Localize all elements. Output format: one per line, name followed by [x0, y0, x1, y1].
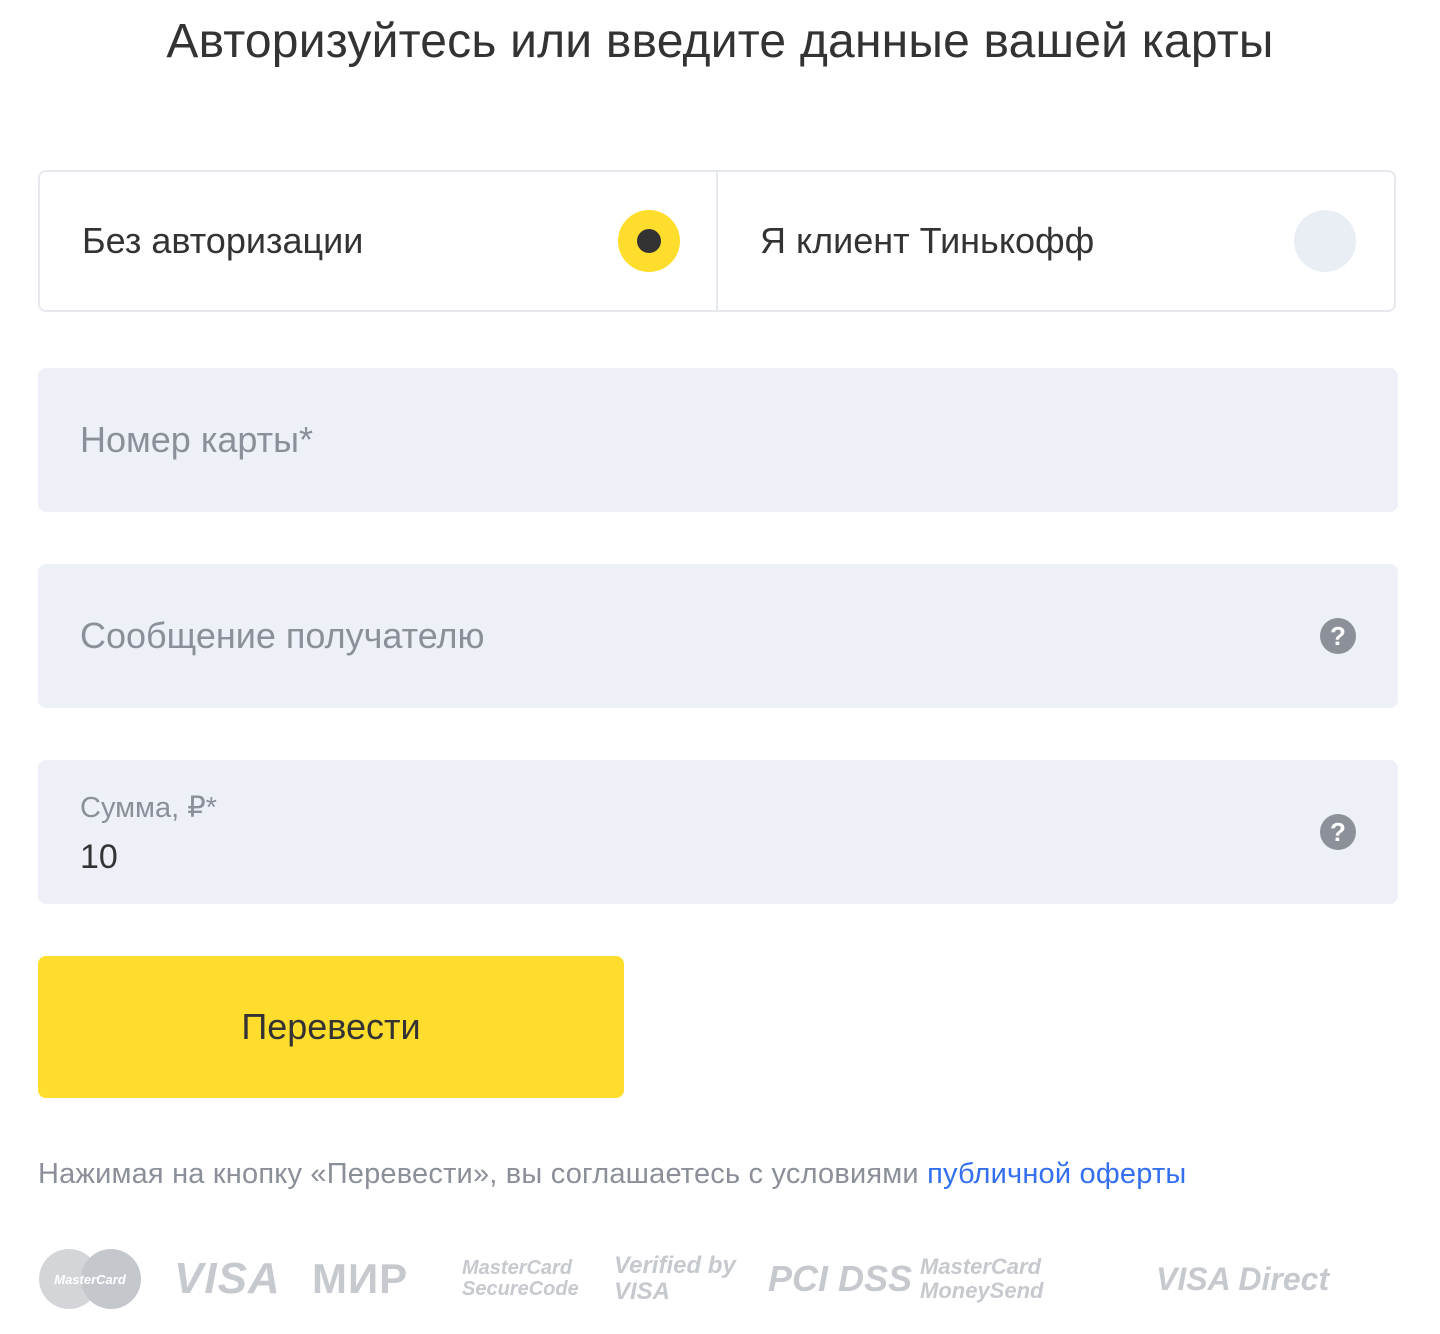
svg-text:MasterCard: MasterCard: [54, 1272, 127, 1287]
auth-option-guest-label: Без авторизации: [82, 220, 364, 261]
radio-unchecked-icon[interactable]: [1294, 210, 1356, 272]
auth-option-client-label: Я клиент Тинькофф: [760, 220, 1095, 261]
verified-by-visa-logo: Verified by VISA: [614, 1252, 736, 1305]
visa-direct-logo: VISA Direct: [1156, 1260, 1330, 1297]
message-placeholder: Сообщение получателю: [80, 615, 485, 656]
message-field[interactable]: Сообщение получателю ?: [38, 564, 1398, 708]
mastercard-moneysend-logo: MasterCard MoneySend: [920, 1254, 1044, 1303]
question-circle-icon[interactable]: ?: [1320, 618, 1356, 654]
visa-logo: VISA: [174, 1254, 281, 1303]
auth-toggle: Без авторизации Я клиент Тинькофф: [38, 170, 1396, 312]
card-number-field[interactable]: Номер карты*: [38, 368, 1398, 512]
amount-field[interactable]: Сумма, ₽* 10 ?: [38, 760, 1398, 904]
auth-option-client[interactable]: Я клиент Тинькофф: [716, 172, 1394, 310]
mastercard-logo: MasterCard: [38, 1244, 142, 1314]
mastercard-securecode-logo: MasterCard SecureCode: [462, 1257, 579, 1300]
pci-dss-logo: PCI DSS: [768, 1258, 913, 1299]
transfer-button[interactable]: Перевести: [38, 956, 624, 1098]
radio-checked-icon[interactable]: [618, 210, 680, 272]
card-number-placeholder: Номер карты*: [80, 419, 313, 460]
amount-value[interactable]: 10: [80, 838, 118, 877]
payment-logos: MasterCard VISA МИР MasterCard SecureCod…: [38, 1244, 1358, 1314]
mir-logo: МИР: [312, 1255, 409, 1302]
agreement-text: Нажимая на кнопку «Перевести», вы соглаш…: [38, 1158, 1186, 1191]
public-offer-link[interactable]: публичной оферты: [927, 1158, 1186, 1190]
question-circle-icon[interactable]: ?: [1320, 814, 1356, 850]
auth-option-guest[interactable]: Без авторизации: [40, 172, 716, 310]
page-title: Авторизуйтесь или введите данные вашей к…: [166, 15, 1274, 68]
agreement-text-body: Нажимая на кнопку «Перевести», вы соглаш…: [38, 1158, 928, 1190]
transfer-page: Авторизуйтесь или введите данные вашей к…: [0, 0, 1440, 1334]
amount-label: Сумма, ₽*: [80, 792, 217, 824]
mastercard-logo-icon: MasterCard: [39, 1249, 141, 1309]
